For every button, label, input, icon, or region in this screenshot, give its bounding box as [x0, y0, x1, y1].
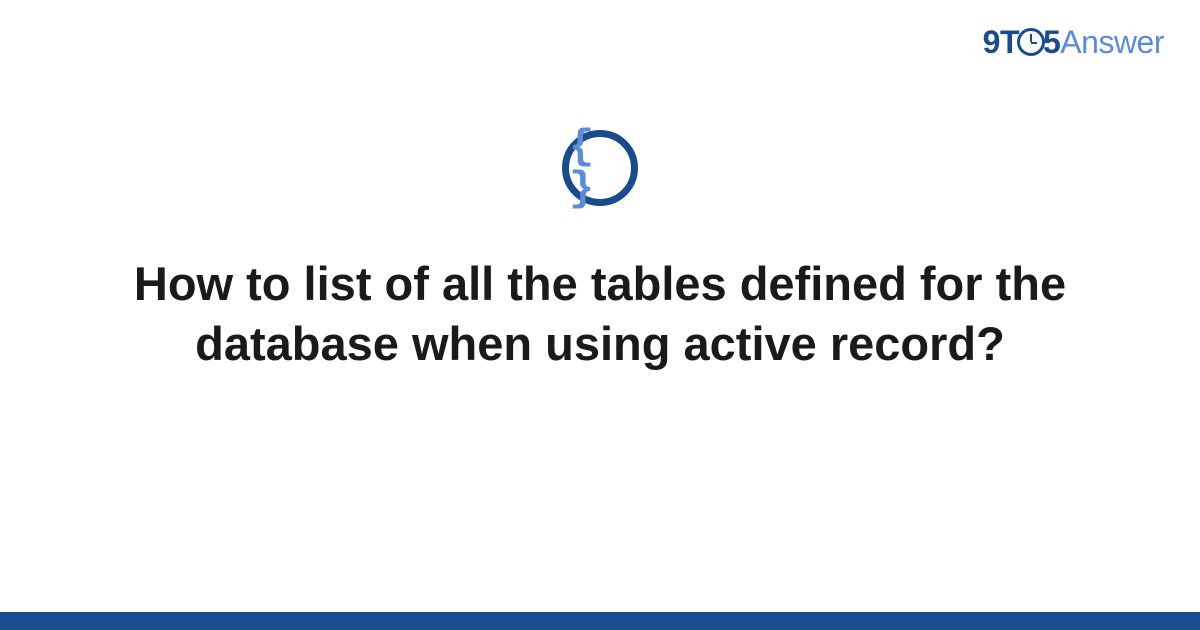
question-title: How to list of all the tables defined fo… — [80, 254, 1120, 374]
code-braces-icon: { } — [569, 126, 631, 210]
category-badge: { } — [562, 130, 638, 206]
logo-text-5: 5 — [1043, 24, 1060, 60]
logo-text-9t: 9T — [983, 24, 1019, 60]
main-content: { } How to list of all the tables define… — [0, 130, 1200, 374]
logo-text-answer: Answer — [1060, 24, 1164, 60]
clock-icon — [1017, 28, 1045, 56]
brand-logo: 9T 5Answer — [983, 24, 1164, 61]
footer-accent-bar — [0, 612, 1200, 630]
